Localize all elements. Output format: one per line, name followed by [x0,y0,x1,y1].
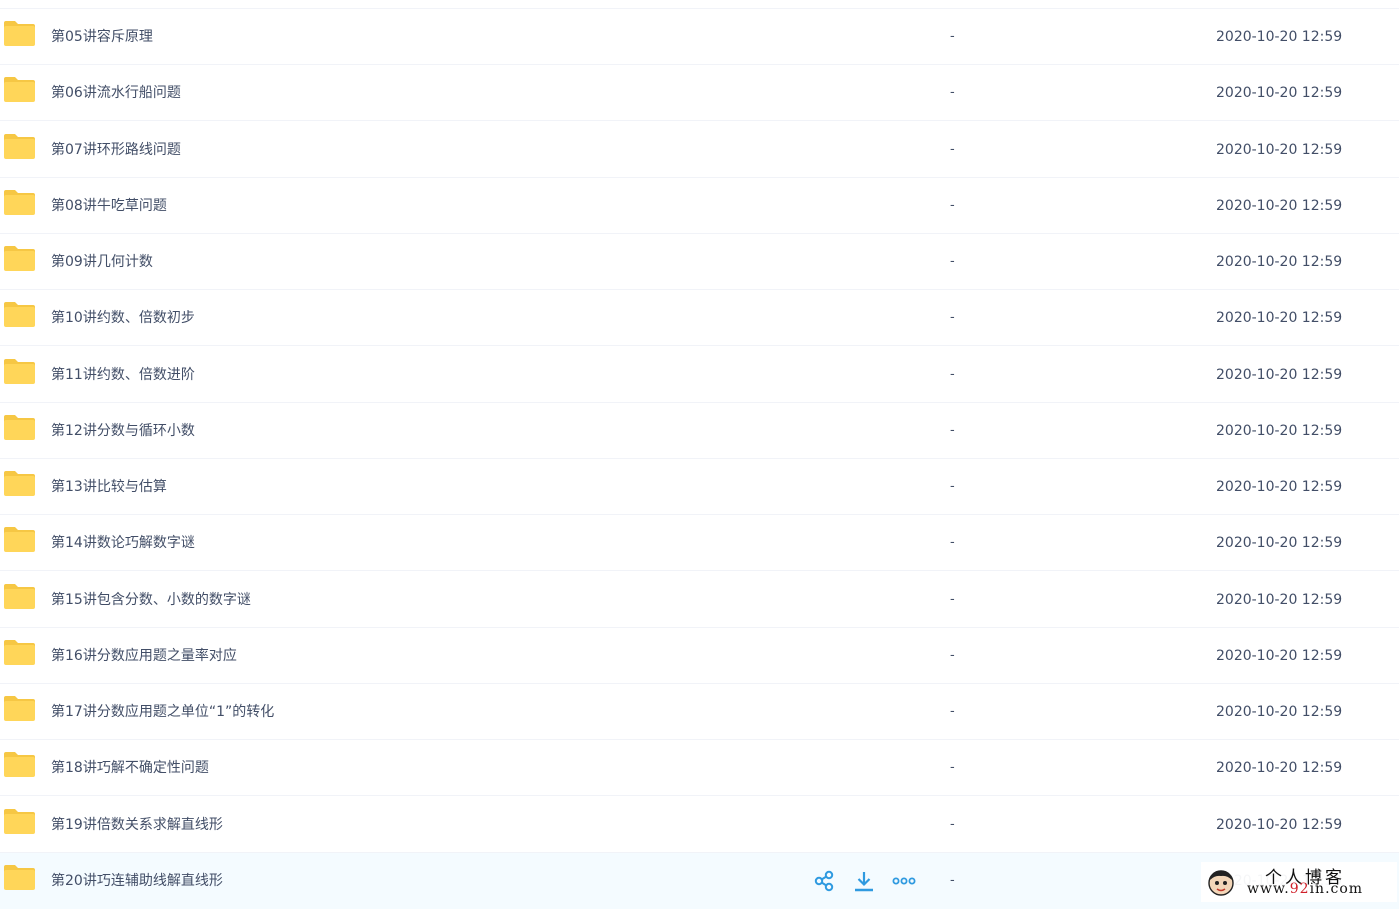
file-row[interactable]: 第09讲几何计数 - 2020-10-20 12:59 [0,234,1399,290]
file-name[interactable]: 第18讲巧解不确定性问题 [51,740,209,796]
file-modified-date: 2020-10-20 12:59 [1216,197,1343,214]
file-row[interactable]: 第13讲比较与估算 - 2020-10-20 12:59 [0,459,1399,515]
watermark-url: www.92in.com [1247,881,1363,897]
file-row[interactable]: 第17讲分数应用题之单位“1”的转化 - 2020-10-20 12:59 [0,684,1399,740]
file-row[interactable]: 第11讲约数、倍数进阶 - 2020-10-20 12:59 [0,347,1399,403]
file-modified-date: 2020-10-20 12:59 [1216,422,1343,439]
file-name[interactable]: 第14讲数论巧解数字谜 [51,515,195,571]
file-modified-date: 2020-10-20 12:59 [1216,591,1343,608]
avatar-icon [1208,870,1234,896]
file-row[interactable]: 第18讲巧解不确定性问题 - 2020-10-20 12:59 [0,740,1399,797]
file-modified-date: 2020-10-20 12:59 [1216,816,1343,833]
share-icon [812,870,836,892]
file-row[interactable]: 第16讲分数应用题之量率对应 - 2020-10-20 12:59 [0,628,1399,684]
watermark-url-suffix: in.com [1309,881,1364,897]
file-name[interactable]: 第08讲牛吃草问题 [51,178,167,234]
folder-icon [4,358,35,384]
file-size: - [950,591,955,607]
file-modified-date: 2020-10-20 12:59 [1216,366,1343,383]
file-size: - [950,816,955,832]
file-name[interactable]: 第11讲约数、倍数进阶 [51,347,195,403]
file-name[interactable]: 第19讲倍数关系求解直线形 [51,797,223,853]
file-row[interactable]: 第07讲环形路线问题 - 2020-10-20 12:59 [0,122,1399,178]
folder-icon [4,189,35,215]
file-modified-date: 2020-10-20 12:59 [1216,310,1343,327]
file-size: - [950,254,955,269]
file-name[interactable]: 第13讲比较与估算 [51,459,167,515]
folder-icon [4,527,35,553]
folder-icon [4,246,35,271]
file-size: - [950,85,955,101]
file-row[interactable]: 第14讲数论巧解数字谜 - 2020-10-20 12:59 [0,515,1399,572]
file-row[interactable]: 第06讲流水行船问题 - 2020-10-20 12:59 [0,65,1399,122]
file-name[interactable]: 第07讲环形路线问题 [51,122,181,178]
file-size: - [950,760,955,776]
file-size: - [950,422,955,438]
folder-icon [4,21,35,46]
file-size: - [950,197,955,213]
file-modified-date: 2020-10-20 12:59 [1216,535,1343,552]
file-size: - [950,704,955,719]
file-row[interactable]: 第15讲包含分数、小数的数字谜 - 2020-10-20 12:59 [0,572,1399,628]
watermark-url-number: 92 [1289,881,1310,897]
file-name[interactable]: 第10讲约数、倍数初步 [51,290,195,346]
file-row[interactable]: 第19讲倍数关系求解直线形 - 2020-10-20 12:59 [0,797,1399,853]
file-list: 第05讲容斥原理 - 2020-10-20 12:59 第06讲流水行船问题 - 2020… [0,0,1399,909]
folder-icon [4,414,35,440]
file-row[interactable]: 第10讲约数、倍数初步 - 2020-10-20 12:59 [0,290,1399,347]
folder-icon [4,696,35,721]
file-modified-date: 2020-10-20 12:59 [1216,85,1343,102]
file-name[interactable]: 第20讲巧连辅助线解直线形 [51,853,223,909]
download-button[interactable] [852,870,876,892]
file-row[interactable]: 第05讲容斥原理 - 2020-10-20 12:59 [0,9,1399,65]
folder-icon [4,864,35,890]
folder-icon [4,471,35,496]
file-size: - [950,535,955,551]
file-name[interactable]: 第15讲包含分数、小数的数字谜 [51,572,251,628]
folder-icon [4,639,35,665]
file-modified-date: 2020-10-20 12:59 [1216,647,1343,664]
file-size: - [950,366,955,382]
file-size: - [950,647,955,663]
more-button[interactable] [892,870,916,892]
file-size: - [950,479,955,494]
file-name[interactable]: 第09讲几何计数 [51,234,153,290]
folder-icon [4,133,35,159]
file-name[interactable]: 第05讲容斥原理 [51,9,153,65]
file-size: - [950,29,955,44]
file-name[interactable]: 第17讲分数应用题之单位“1”的转化 [51,684,274,740]
folder-icon [4,302,35,328]
file-modified-date: 2020-10-20 12:59 [1216,254,1343,270]
file-name[interactable]: 第12讲分数与循环小数 [51,403,195,459]
folder-icon [4,808,35,834]
more-icon [892,870,916,892]
download-icon [852,870,876,892]
folder-icon [4,77,35,103]
file-row[interactable]: 第20讲巧连辅助线解直线形-2020-10-20 12:59 [0,852,1399,909]
file-modified-date: 2020-10-20 12:59 [1216,704,1343,720]
file-name[interactable]: 第16讲分数应用题之量率对应 [51,628,237,684]
file-modified-date: 2020-10-20 12:59 [1216,760,1343,777]
folder-icon [4,583,35,609]
file-name[interactable]: 第06讲流水行船问题 [51,65,181,121]
file-modified-date: 2020-10-20 12:59 [1216,29,1343,45]
watermark-url-prefix: www. [1247,881,1290,897]
file-row[interactable]: 第08讲牛吃草问题 - 2020-10-20 12:59 [0,178,1399,234]
file-size: - [950,141,955,157]
file-size: - [950,872,955,888]
file-size: - [950,310,955,326]
file-row[interactable]: 第12讲分数与循环小数 - 2020-10-20 12:59 [0,403,1399,459]
file-modified-date: 2020-10-20 12:59 [1216,141,1343,158]
share-button[interactable] [812,870,836,892]
watermark: 个人博客 www.92in.com [1201,862,1397,902]
file-modified-date: 2020-10-20 12:59 [1216,479,1343,495]
folder-icon [4,752,35,778]
